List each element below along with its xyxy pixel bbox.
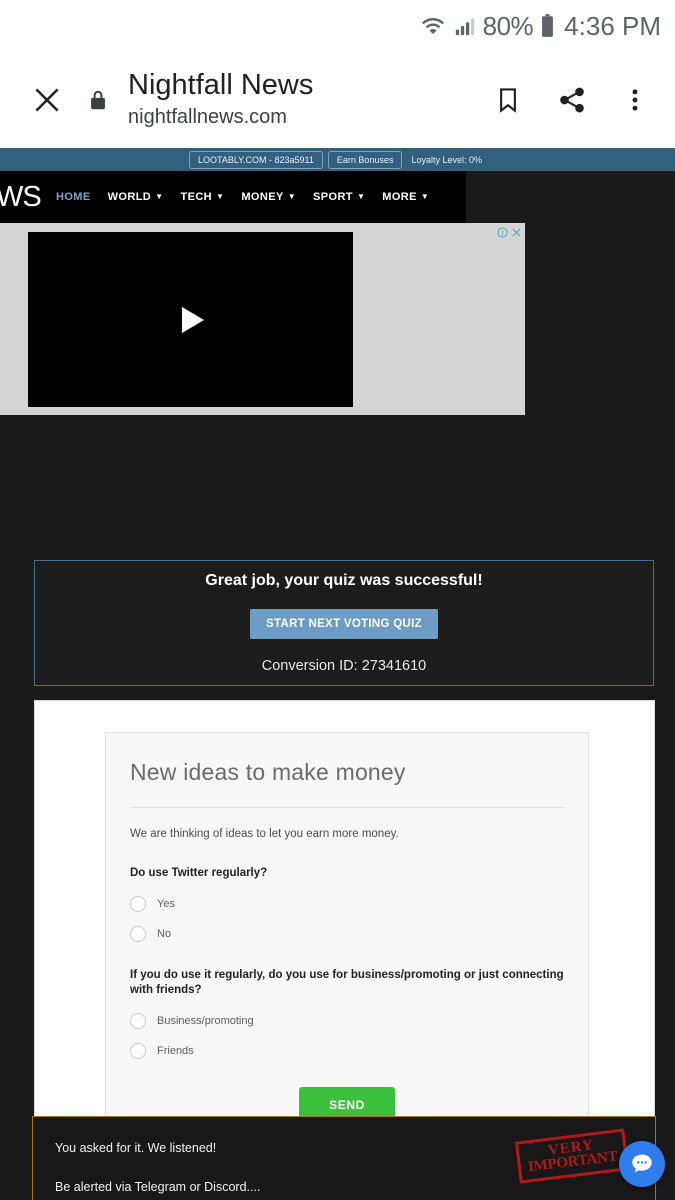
web-page-viewport: LOOTABLY.COM - 823a5911 Earn Bonuses Loy… (0, 148, 675, 1200)
survey-card: New ideas to make money We are thinking … (34, 700, 655, 1123)
survey-form: New ideas to make money We are thinking … (105, 732, 589, 1123)
chevron-down-icon: ▼ (216, 192, 225, 201)
option-label: Business/promoting (157, 1014, 254, 1027)
nav-item-money[interactable]: MONEY ▼ (241, 191, 296, 203)
nav-item-home[interactable]: HOME (56, 191, 91, 203)
chevron-down-icon: ▼ (155, 192, 164, 201)
clock-label: 4:36 PM (564, 10, 661, 41)
option-label: Friends (157, 1044, 194, 1057)
wifi-icon (419, 14, 447, 38)
page-url: nightfallnews.com (128, 105, 287, 128)
toolbar-actions (493, 85, 655, 115)
survey-option-business[interactable]: Business/promoting (130, 1012, 564, 1029)
close-icon[interactable] (20, 83, 74, 117)
chat-bubble-icon[interactable] (619, 1141, 665, 1187)
ad-controls (497, 225, 522, 243)
chevron-down-icon: ▼ (287, 192, 297, 201)
survey-title: New ideas to make money (130, 759, 406, 785)
chevron-down-icon: ▼ (356, 192, 366, 201)
ad-video-player[interactable] (28, 232, 353, 407)
android-status-bar: 80% 4:36 PM (0, 0, 675, 52)
nav-item-label: TECH (180, 191, 213, 203)
more-vertical-icon[interactable] (621, 85, 649, 115)
share-icon[interactable] (557, 85, 587, 115)
video-advertisement[interactable] (0, 223, 525, 415)
radio-button-icon[interactable] (130, 895, 146, 912)
play-icon[interactable] (181, 306, 204, 333)
loyalty-level-label: Loyalty Level: 0% (411, 154, 482, 165)
radio-button-icon[interactable] (130, 925, 146, 942)
survey-option-yes[interactable]: Yes (130, 895, 564, 912)
lock-icon (74, 86, 122, 114)
bookmark-icon[interactable] (493, 85, 523, 115)
nav-item-world[interactable]: WORLD ▼ (108, 191, 164, 203)
lootably-account-pill[interactable]: LOOTABLY.COM - 823a5911 (189, 150, 323, 169)
survey-question-2: If you do use it regularly, do you use f… (130, 968, 564, 997)
survey-divider (130, 807, 564, 808)
lootably-offerwall-bar: LOOTABLY.COM - 823a5911 Earn Bonuses Loy… (0, 148, 675, 171)
option-label: Yes (157, 897, 175, 910)
nav-item-tech[interactable]: TECH ▼ (180, 191, 224, 203)
radio-button-icon[interactable] (130, 1012, 146, 1029)
tab-title-block[interactable]: Nightfall News nightfallnews.com (122, 70, 493, 129)
adchoices-info-icon[interactable] (497, 225, 508, 243)
promo-line-2: Be alerted via Telegram or Discord.... (55, 1180, 261, 1194)
option-label: No (157, 927, 172, 940)
nav-item-more[interactable]: MORE ▼ (382, 191, 429, 203)
earn-bonuses-button[interactable]: Earn Bonuses (327, 150, 403, 169)
nav-item-label: SPORT (313, 191, 353, 203)
survey-option-no[interactable]: No (130, 925, 564, 942)
cellular-signal-icon (454, 15, 476, 37)
very-important-stamp: VERY IMPORTANT (514, 1128, 630, 1184)
radio-button-icon[interactable] (130, 1042, 146, 1059)
survey-question-1: Do use Twitter regularly? (130, 867, 268, 879)
battery-icon (540, 13, 555, 39)
battery-percent-label: 80% (482, 10, 534, 41)
nav-item-sport[interactable]: SPORT ▼ (313, 191, 365, 203)
start-next-voting-quiz-button[interactable]: START NEXT VOTING QUIZ (250, 609, 438, 639)
chevron-down-icon: ▼ (420, 192, 430, 201)
survey-option-friends[interactable]: Friends (130, 1042, 564, 1059)
ad-close-icon[interactable] (511, 225, 522, 243)
survey-description: We are thinking of ideas to let you earn… (130, 828, 399, 840)
nav-item-label: MORE (382, 191, 417, 203)
site-navigation-bar: WS HOME WORLD ▼ TECH ▼ MONEY ▼ SPORT ▼ M… (0, 171, 675, 223)
nav-item-label: MONEY (241, 191, 284, 203)
nav-item-label: HOME (56, 191, 91, 203)
conversion-id-label: Conversion ID: 27341610 (261, 658, 427, 674)
quiz-success-heading: Great job, your quiz was successful! (205, 572, 483, 589)
site-logo[interactable]: WS (0, 181, 48, 214)
page-title: Nightfall News (128, 69, 314, 102)
notification-promo-panel: You asked for it. We listened! Be alerte… (32, 1116, 656, 1200)
nav-items: HOME WORLD ▼ TECH ▼ MONEY ▼ SPORT ▼ MORE… (56, 191, 429, 203)
quiz-success-box: Great job, your quiz was successful! STA… (34, 560, 654, 686)
nav-item-label: WORLD (107, 191, 152, 203)
browser-toolbar: Nightfall News nightfallnews.com (0, 52, 675, 148)
